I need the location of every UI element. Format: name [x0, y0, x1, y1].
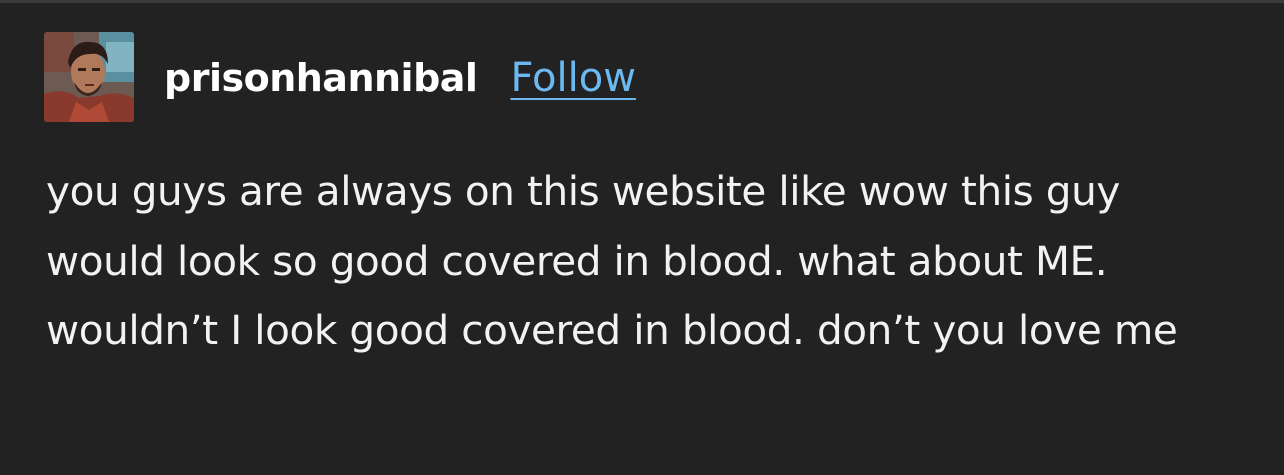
post-body: you guys are always on this website like…	[46, 157, 1246, 366]
avatar[interactable]	[44, 32, 134, 122]
post-card: prisonhannibal Follow you guys are alway…	[0, 0, 1284, 475]
post-header: prisonhannibal Follow	[44, 32, 636, 122]
follow-button[interactable]: Follow	[510, 58, 635, 98]
avatar-illustrated-man-icon	[44, 32, 134, 122]
username[interactable]: prisonhannibal	[164, 59, 478, 97]
post-text: you guys are always on this website like…	[46, 167, 1178, 354]
